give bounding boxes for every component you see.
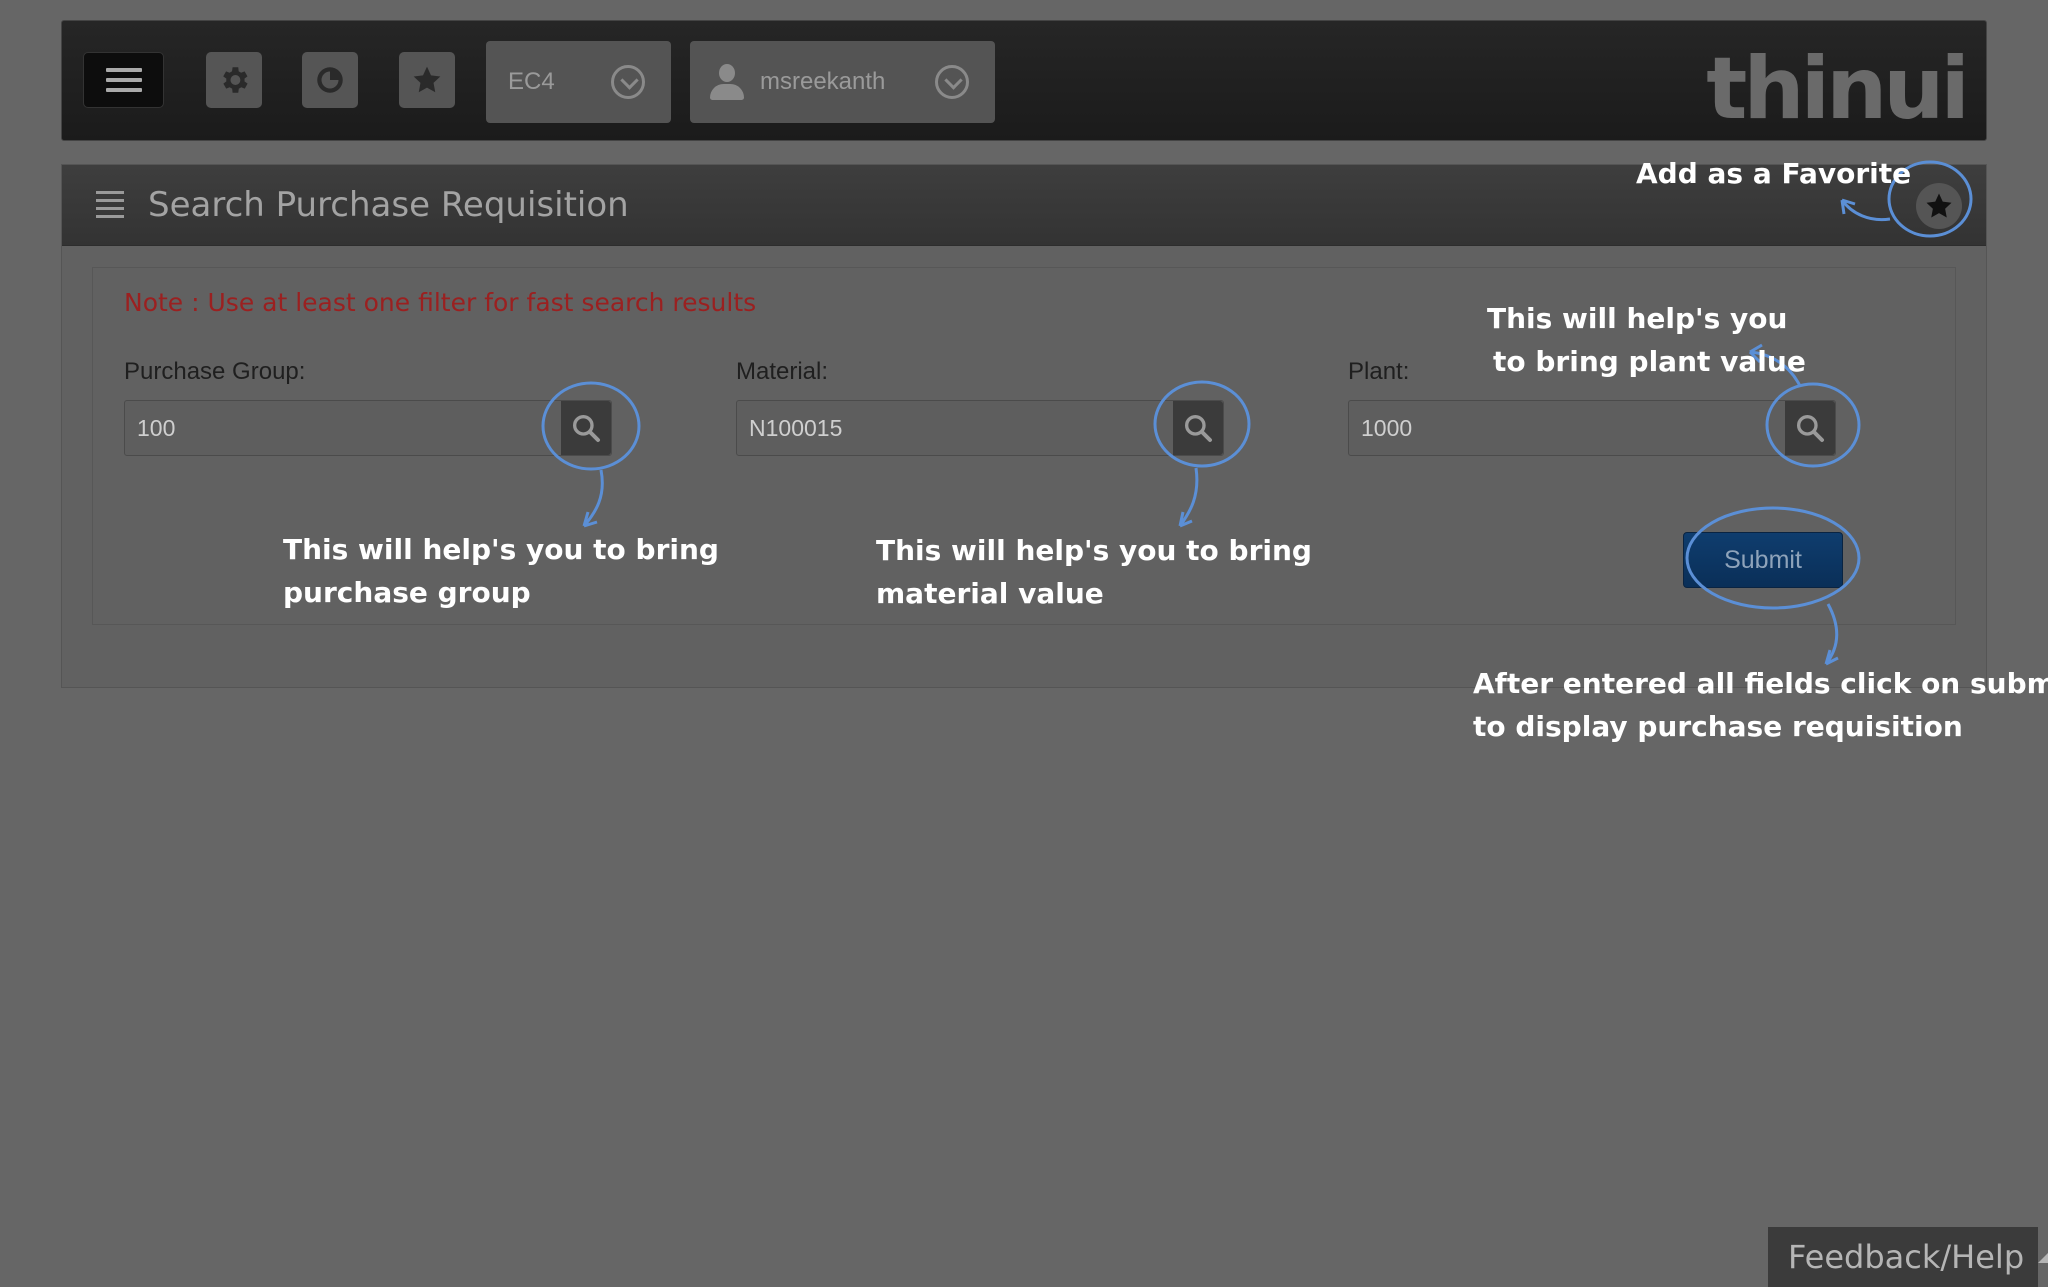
purchase-group-label: Purchase Group:	[124, 358, 306, 385]
submit-annotation-line1: After entered all fields click on submit	[1473, 667, 2048, 700]
material-input[interactable]	[737, 401, 1157, 455]
top-bar: EC4 msreekanth thinui	[61, 20, 1987, 141]
purchase-group-search-button[interactable]	[561, 401, 611, 455]
search-icon	[1185, 415, 1212, 442]
material-annotation-line2: material value	[876, 577, 1104, 610]
chart-icon	[317, 67, 343, 93]
material-annotation-line1: This will help's you to bring	[876, 534, 1312, 567]
star-icon	[1926, 193, 1952, 218]
chevron-down-icon	[935, 65, 969, 99]
plant-search-button[interactable]	[1785, 401, 1835, 455]
search-icon	[573, 415, 600, 442]
favorites-button[interactable]	[399, 52, 455, 108]
system-label: EC4	[508, 68, 555, 95]
material-label: Material:	[736, 358, 829, 385]
plant-annotation-line1: This will help's you	[1487, 302, 1788, 335]
purchase-group-annotation-line1: This will help's you to bring	[283, 533, 719, 566]
app-logo: thinui	[1706, 39, 1970, 139]
feedback-label: Feedback/Help	[1788, 1238, 2025, 1276]
gear-icon	[223, 67, 248, 93]
favorite-annotation: Add as a Favorite	[1636, 157, 1912, 190]
list-icon	[96, 191, 124, 219]
add-favorite-button[interactable]	[1916, 183, 1962, 229]
system-dropdown[interactable]: EC4	[486, 41, 671, 123]
material-search-button[interactable]	[1173, 401, 1223, 455]
user-icon	[710, 64, 744, 100]
purchase-group-field	[124, 400, 612, 456]
page-title: Search Purchase Requisition	[148, 185, 629, 225]
reports-button[interactable]	[302, 52, 358, 108]
purchase-group-input[interactable]	[125, 401, 545, 455]
user-dropdown[interactable]: msreekanth	[690, 41, 995, 123]
user-name: msreekanth	[760, 68, 886, 95]
submit-button[interactable]: Submit	[1683, 532, 1843, 588]
chevron-up-icon	[2038, 1251, 2048, 1263]
submit-annotation-line2: to display purchase requisition	[1473, 710, 1963, 743]
chevron-down-icon	[611, 65, 645, 99]
filter-note: Note : Use at least one filter for fast …	[124, 288, 757, 317]
material-field	[736, 400, 1224, 456]
plant-label: Plant:	[1348, 358, 1410, 385]
star-icon	[413, 66, 441, 93]
plant-input[interactable]	[1349, 401, 1769, 455]
plant-field	[1348, 400, 1836, 456]
purchase-group-annotation-line2: purchase group	[283, 576, 531, 609]
plant-annotation-line2: to bring plant value	[1493, 345, 1806, 378]
settings-button[interactable]	[206, 52, 262, 108]
menu-button[interactable]	[83, 52, 164, 108]
menu-icon	[105, 68, 142, 92]
search-icon	[1797, 415, 1824, 442]
feedback-help-button[interactable]: Feedback/Help	[1768, 1227, 2048, 1287]
